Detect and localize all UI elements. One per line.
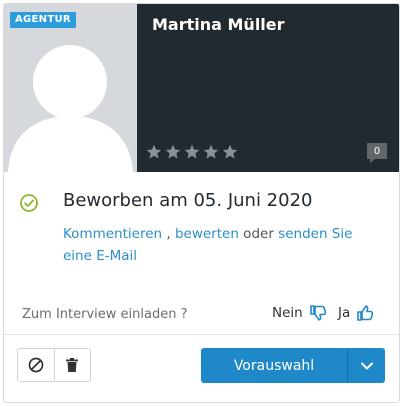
thumbs-up-icon (357, 305, 374, 321)
agency-badge: AGENTUR (10, 12, 76, 28)
star-icon[interactable] (165, 144, 181, 160)
avatar-placeholder-icon (4, 4, 137, 172)
application-date: Beworben am 05. Juni 2020 (63, 190, 313, 211)
delete-button[interactable] (53, 349, 90, 381)
ban-icon (28, 357, 44, 373)
actions-or: oder (238, 226, 279, 242)
candidate-name[interactable]: Martina Müller (152, 15, 285, 34)
comment-count: 0 (373, 146, 381, 157)
trash-icon (66, 358, 79, 372)
preselect-button-group: Vorauswahl (201, 348, 385, 383)
card-footer: Vorauswahl (4, 334, 399, 402)
header-info: Martina Müller 0 (137, 4, 399, 172)
card-header: AGENTUR Martina Müller 0 (4, 4, 399, 172)
interview-question: Zum Interview einladen ? (22, 307, 188, 322)
interview-no-button[interactable]: Nein (272, 304, 327, 322)
preselect-dropdown-button[interactable] (347, 348, 385, 383)
chevron-down-icon (360, 362, 373, 369)
interview-invite: Zum Interview einladen ? Nein Ja (4, 304, 399, 328)
reject-button[interactable] (18, 349, 54, 381)
candidate-card: AGENTUR Martina Müller 0 Beworben am 05.… (3, 3, 400, 403)
actions-separator: , (162, 226, 175, 242)
star-rating[interactable] (146, 144, 238, 160)
comment-link[interactable]: Kommentieren (63, 226, 162, 242)
interview-no-label: Nein (272, 305, 303, 321)
preselect-button[interactable]: Vorauswahl (201, 348, 347, 383)
interview-yes-label: Ja (338, 305, 351, 321)
star-icon[interactable] (203, 144, 219, 160)
star-icon[interactable] (184, 144, 200, 160)
check-circle-icon (20, 194, 38, 212)
candidate-actions: Kommentieren , bewerten oder senden Sie … (63, 223, 383, 267)
star-icon[interactable] (146, 144, 162, 160)
thumbs-down-icon (309, 305, 326, 321)
interview-yes-button[interactable]: Ja (338, 304, 374, 322)
comment-count-badge[interactable]: 0 (366, 142, 388, 164)
rate-link[interactable]: bewerten (175, 226, 239, 242)
avatar[interactable]: AGENTUR (4, 4, 137, 172)
star-icon[interactable] (222, 144, 238, 160)
secondary-actions (17, 348, 91, 382)
